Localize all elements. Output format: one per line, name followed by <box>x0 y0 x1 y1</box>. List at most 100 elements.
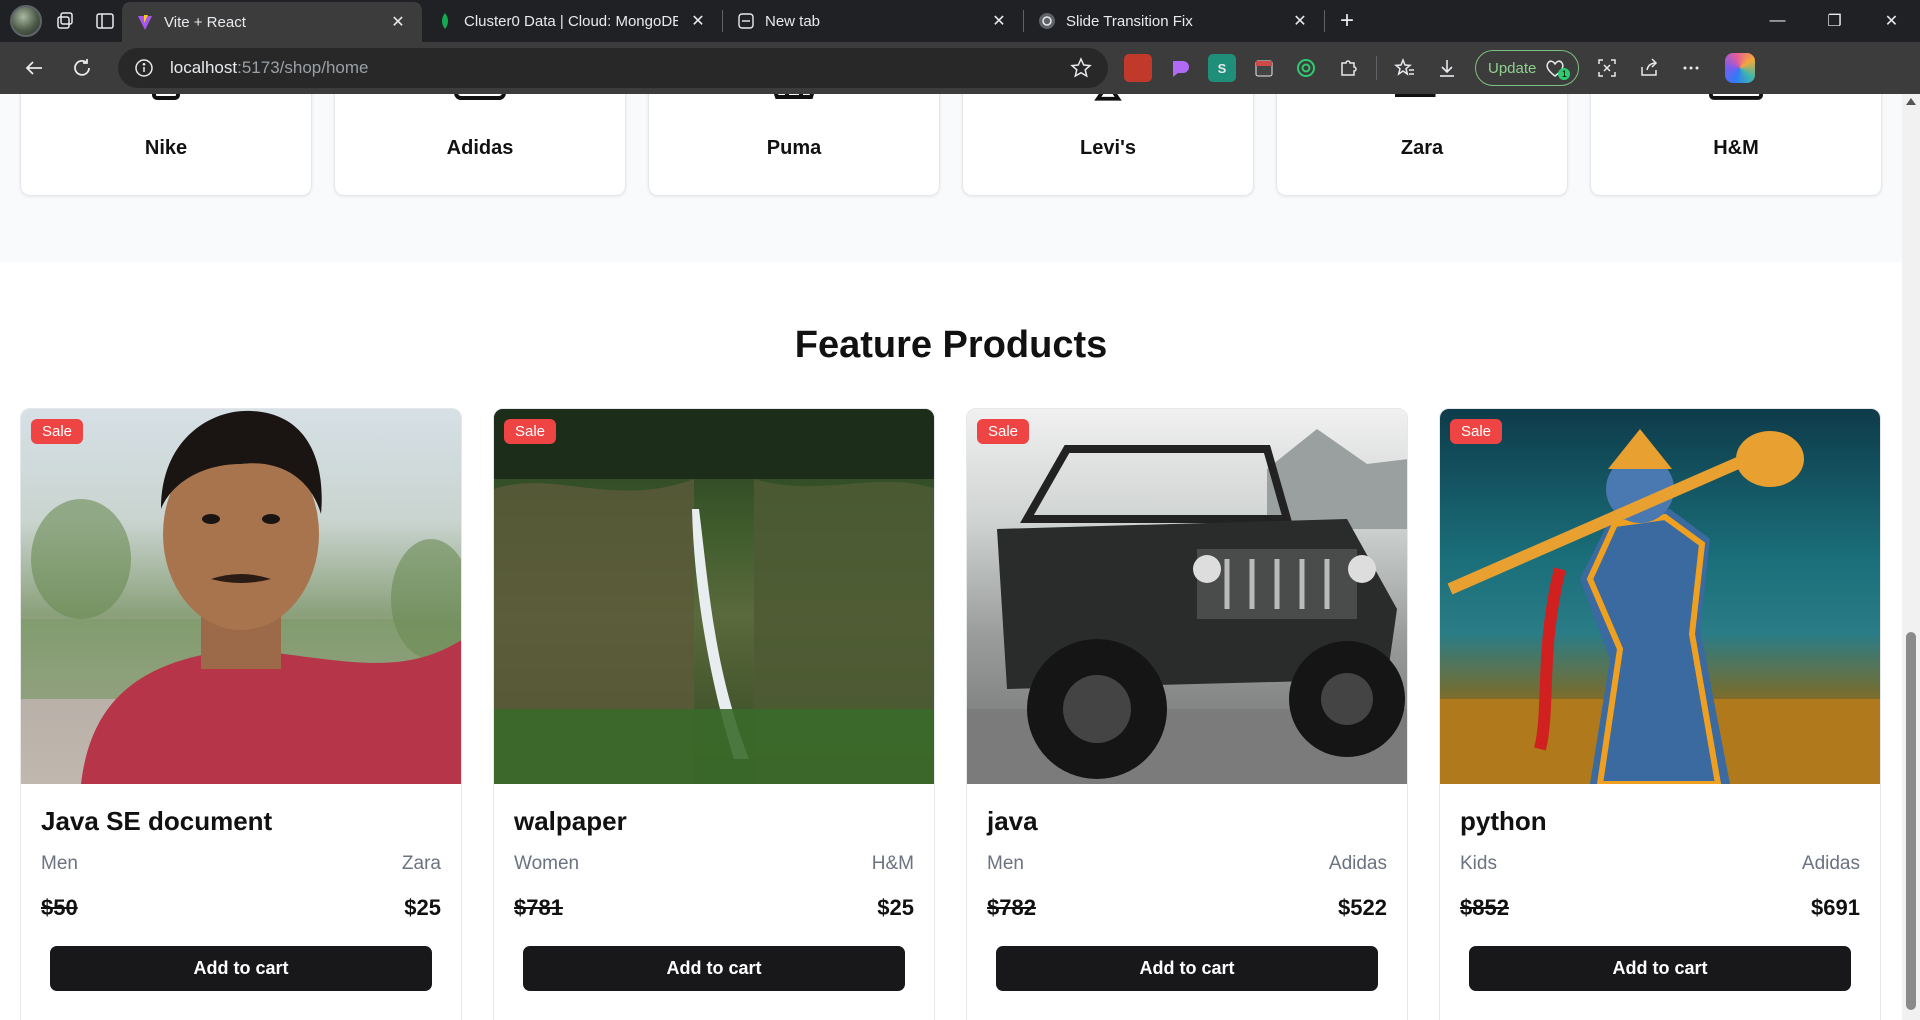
product-name[interactable]: java <box>987 806 1387 837</box>
tab-close-icon[interactable]: ✕ <box>388 12 408 32</box>
extensions-row: S Update 1 <box>1124 50 1756 86</box>
url-host: localhost <box>170 58 238 77</box>
product-meta: Women H&M <box>514 853 914 875</box>
extension-target-icon[interactable] <box>1292 54 1320 82</box>
brand-card-hm[interactable]: H&M <box>1590 94 1882 196</box>
sale-badge: Sale <box>1450 419 1503 444</box>
product-body: python Kids Adidas $852 $691 Add to cart <box>1440 806 1880 991</box>
brand-card-nike[interactable]: Nike <box>20 94 312 196</box>
favorite-star-icon[interactable] <box>1068 55 1094 81</box>
heater-icon <box>1709 94 1763 117</box>
add-to-cart-button[interactable]: Add to cart <box>1469 946 1851 991</box>
product-image[interactable]: Sale <box>1440 409 1880 784</box>
refresh-button[interactable] <box>62 48 102 88</box>
screenshot-icon[interactable] <box>1593 54 1621 82</box>
update-label: Update <box>1488 59 1537 77</box>
scroll-up-arrow-icon[interactable] <box>1906 98 1916 105</box>
product-name[interactable]: walpaper <box>514 806 914 837</box>
tab-mongodb[interactable]: Cluster0 Data | Cloud: MongoDB C ✕ <box>422 0 722 42</box>
new-tab-page-icon <box>737 12 755 30</box>
tab-new-tab[interactable]: New tab ✕ <box>723 0 1023 42</box>
favorites-icon[interactable] <box>1391 54 1419 82</box>
tab-slide-transition-fix[interactable]: Slide Transition Fix ✕ <box>1024 0 1324 42</box>
brand-card-levis[interactable]: Levi's <box>962 94 1254 196</box>
copilot-icon[interactable] <box>1725 53 1756 83</box>
product-category: Men <box>987 853 1024 874</box>
heart-pulse-icon: 1 <box>1544 58 1571 80</box>
back-button[interactable] <box>14 48 54 88</box>
product-name[interactable]: python <box>1460 806 1860 837</box>
original-price: $50 <box>41 895 78 920</box>
maximize-button[interactable]: ❐ <box>1806 0 1863 42</box>
profile-avatar[interactable] <box>10 5 42 37</box>
add-to-cart-button[interactable]: Add to cart <box>996 946 1378 991</box>
product-card[interactable]: Sale java Men Adidas $782 $522 Add to ca… <box>966 408 1408 1020</box>
shirt-icon <box>139 94 193 117</box>
product-image[interactable]: Sale <box>21 409 461 784</box>
extension-red-icon[interactable] <box>1124 54 1152 82</box>
original-price: $852 <box>1460 895 1509 920</box>
sale-badge: Sale <box>504 419 557 444</box>
product-card[interactable]: Sale Java SE document Men Zara $50 $25 A… <box>20 408 462 1020</box>
product-brand: Adidas <box>1801 853 1860 874</box>
sale-badge: Sale <box>31 419 84 444</box>
sale-price: $25 <box>877 895 914 920</box>
add-to-cart-button[interactable]: Add to cart <box>50 946 432 991</box>
close-window-button[interactable]: ✕ <box>1863 0 1920 42</box>
brand-card-adidas[interactable]: Adidas <box>334 94 626 196</box>
product-prices: $782 $522 <box>987 895 1387 921</box>
chatgpt-icon <box>1038 12 1056 30</box>
tab-title: Slide Transition Fix <box>1066 12 1193 30</box>
address-bar[interactable]: localhost:5173/shop/home <box>118 48 1108 88</box>
product-meta: Men Zara <box>41 853 441 875</box>
product-brand: Adidas <box>1328 853 1387 874</box>
site-info-icon[interactable] <box>132 56 156 80</box>
tab-title: Cluster0 Data | Cloud: MongoDB C <box>464 12 678 30</box>
brand-card-zara[interactable]: Zara <box>1276 94 1568 196</box>
product-body: java Men Adidas $782 $522 Add to cart <box>967 806 1407 991</box>
brand-card-puma[interactable]: Puma <box>648 94 940 196</box>
sale-badge: Sale <box>977 419 1030 444</box>
vertical-tabs-icon[interactable] <box>88 4 122 38</box>
sale-price: $522 <box>1338 895 1387 920</box>
product-image[interactable]: Sale <box>494 409 934 784</box>
section-title: Feature Products <box>794 324 1108 366</box>
new-tab-button[interactable]: + <box>1329 3 1365 39</box>
product-body: walpaper Women H&M $781 $25 Add to cart <box>494 806 934 991</box>
more-menu-icon[interactable] <box>1677 54 1705 82</box>
url-text[interactable]: localhost:5173/shop/home <box>170 58 1068 78</box>
tab-close-icon[interactable]: ✕ <box>1290 11 1310 31</box>
product-body: Java SE document Men Zara $50 $25 Add to… <box>21 806 461 991</box>
brand-name: Puma <box>766 137 822 159</box>
product-category: Women <box>514 853 580 874</box>
minimize-button[interactable]: — <box>1749 0 1806 42</box>
original-price: $781 <box>514 895 563 920</box>
product-card[interactable]: Sale walpaper Women H&M $781 $25 Add to … <box>493 408 935 1020</box>
product-category: Kids <box>1460 853 1497 874</box>
product-name[interactable]: Java SE document <box>41 806 441 837</box>
brand-name: Adidas <box>446 137 514 159</box>
product-card[interactable]: Sale python Kids Adidas $852 $691 Add to… <box>1439 408 1881 1020</box>
update-button[interactable]: Update 1 <box>1475 50 1580 86</box>
tab-close-icon[interactable]: ✕ <box>688 11 708 31</box>
brand-section: Nike Adidas Puma Levi's Zara H&M <box>0 94 1902 262</box>
tab-divider <box>1324 10 1325 32</box>
images-icon <box>1395 94 1449 117</box>
scrollbar-thumb[interactable] <box>1906 632 1916 1010</box>
extension-s-icon[interactable]: S <box>1208 54 1236 82</box>
downloads-icon[interactable] <box>1433 54 1461 82</box>
tab-title: New tab <box>765 12 821 30</box>
product-image[interactable]: Sale <box>967 409 1407 784</box>
tab-close-icon[interactable]: ✕ <box>989 11 1009 31</box>
extension-purple-icon[interactable] <box>1166 54 1194 82</box>
product-meta: Men Adidas <box>987 853 1387 875</box>
extension-calendar-icon[interactable] <box>1250 54 1278 82</box>
workspaces-icon[interactable] <box>48 4 82 38</box>
original-price: $782 <box>987 895 1036 920</box>
extensions-puzzle-icon[interactable] <box>1334 54 1362 82</box>
share-icon[interactable] <box>1635 54 1663 82</box>
tab-vite-react[interactable]: Vite + React ✕ <box>122 2 422 42</box>
camera-icon <box>453 94 507 117</box>
add-to-cart-button[interactable]: Add to cart <box>523 946 905 991</box>
page-scrollbar[interactable] <box>1902 94 1920 1020</box>
